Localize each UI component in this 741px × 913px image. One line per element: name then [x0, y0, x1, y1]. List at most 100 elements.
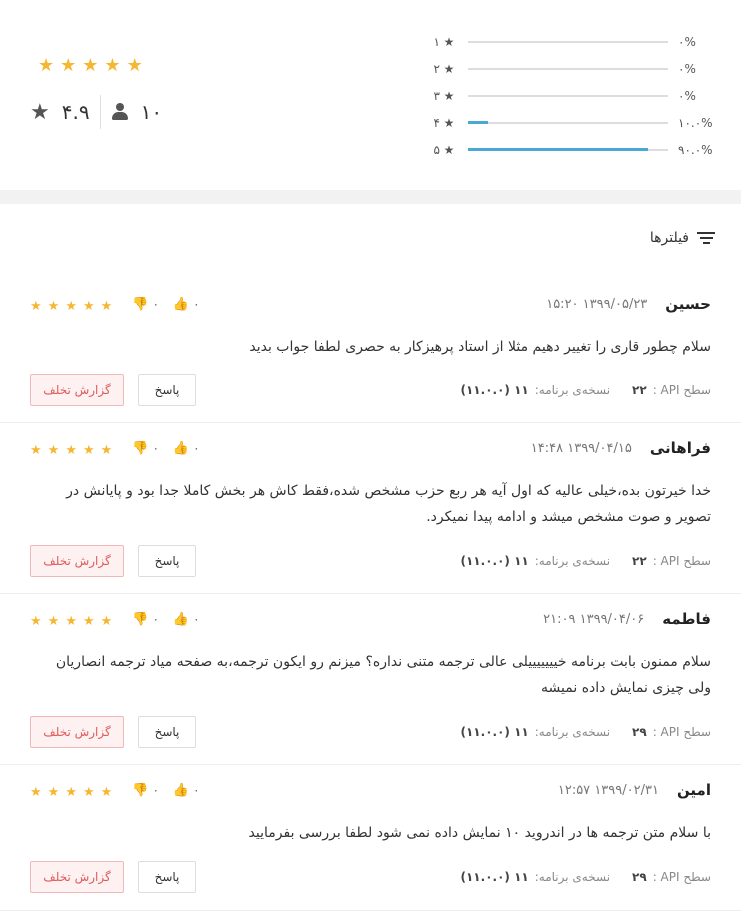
review-actions: ★ ★ ★ ★ ★ 👎 ۰ 👍 ۰ [30, 778, 200, 802]
rating-histogram: ۱ ★ ۰% ۲ ★ ۰% ۳ ★ ۰% ۴ ★ ۱۰.۰% ۵ ★ ۹۰.۰% [420, 28, 720, 163]
star-icon: ★ [65, 298, 77, 314]
star-icon: ★ [82, 784, 95, 800]
histogram-level: ۳ [433, 88, 440, 103]
review-actions: ★ ★ ★ ★ ★ 👎 ۰ 👍 ۰ [30, 607, 200, 631]
review-footer: سطح API : ۲۲ نسخه‌ی برنامه: ۱۱ (۱۱.۰.۰) گزار… [30, 374, 711, 406]
version-label: نسخه‌ی برنامه: [534, 554, 611, 568]
like-button[interactable]: 👍 ۰ [173, 783, 200, 798]
average-rating-value: ۴.۹ [61, 100, 90, 124]
dislike-count: ۰ [152, 297, 159, 311]
dislike-count: ۰ [152, 612, 159, 626]
star-icon: ★ [38, 55, 55, 76]
api-label: سطح API : [652, 383, 711, 397]
review-stars: ★ ★ ★ ★ ★ [30, 295, 118, 314]
thumb-down-icon: 👎 [132, 611, 149, 627]
thumb-up-icon: 👍 [172, 440, 190, 456]
histogram-percent: ۹۰.۰% [678, 142, 713, 157]
star-icon: ★ [47, 298, 60, 314]
report-button[interactable]: گزارش تخلف [30, 716, 124, 748]
dislike-button[interactable]: 👎 ۰ [132, 783, 159, 798]
review-meta: سطح API : ۲۲ نسخه‌ی برنامه: ۱۱ (۱۱.۰.۰) [461, 545, 712, 577]
star-icon: ★ [82, 442, 95, 458]
review-meta: سطح API : ۲۲ نسخه‌ی برنامه: ۱۱ (۱۱.۰.۰) [461, 374, 712, 406]
rating-stats: ★ ۴.۹ ۱۰ [30, 94, 162, 130]
histogram-percent: ۰% [678, 34, 696, 49]
api-label: سطح API : [652, 554, 711, 568]
like-button[interactable]: 👍 ۰ [173, 612, 200, 627]
histogram-track [468, 147, 668, 151]
review-date: ۱۳۹۹/۰۲/۳۱ ۱۲:۵۷ [557, 782, 659, 798]
like-button[interactable]: 👍 ۰ [173, 297, 200, 312]
star-icon: ★ [65, 784, 77, 800]
star-icon: ★ [65, 442, 77, 458]
filters-label: فیلترها [649, 230, 689, 246]
review-actions: ★ ★ ★ ★ ★ 👎 ۰ 👍 ۰ [30, 292, 200, 316]
star-icon: ★ [443, 61, 455, 76]
thumb-down-icon: 👎 [132, 296, 149, 312]
histogram-track [468, 120, 668, 124]
api-value: ۲۹ [632, 870, 647, 884]
star-icon: ★ [30, 298, 42, 314]
review-text: خدا خیرتون بده،خیلی عالیه که اول آیه هر … [66, 483, 711, 525]
report-button[interactable]: گزارش تخلف [30, 861, 124, 893]
review-footer: سطح API : ۲۲ نسخه‌ی برنامه: ۱۱ (۱۱.۰.۰) گزار… [30, 545, 711, 577]
review-meta: سطح API : ۲۹ نسخه‌ی برنامه: ۱۱ (۱۱.۰.۰) [461, 861, 712, 893]
reply-button[interactable]: پاسخ [138, 716, 196, 748]
histogram-percent: ۰% [678, 88, 696, 103]
reviewer-name: فاطمه [662, 610, 711, 628]
review-date: ۱۳۹۹/۰۵/۲۳ ۱۵:۲۰ [546, 296, 648, 312]
review-footer: سطح API : ۲۹ نسخه‌ی برنامه: ۱۱ (۱۱.۰.۰) گزار… [30, 716, 711, 748]
thumb-down-icon: 👎 [132, 440, 149, 456]
histogram-fill [468, 147, 648, 151]
star-icon: ★ [443, 88, 455, 103]
star-icon: ★ [47, 613, 60, 629]
review-footer: سطح API : ۲۹ نسخه‌ی برنامه: ۱۱ (۱۱.۰.۰) گزار… [30, 861, 711, 893]
review-text: سلام ممنون بابت برنامه خیییییییلی عالی ت… [55, 654, 711, 696]
star-icon: ★ [443, 34, 455, 49]
reply-button[interactable]: پاسخ [138, 374, 196, 406]
dislike-button[interactable]: 👎 ۰ [132, 612, 159, 627]
star-icon: ★ [30, 784, 42, 800]
reply-button[interactable]: پاسخ [138, 545, 196, 577]
report-button[interactable]: گزارش تخلف [30, 545, 124, 577]
review-stars: ★ ★ ★ ★ ★ [30, 439, 118, 458]
api-value: ۲۲ [632, 554, 647, 568]
api-label: سطح API : [652, 870, 711, 884]
star-icon: ★ [30, 99, 50, 125]
filters-button[interactable]: فیلترها [650, 230, 715, 246]
dislike-button[interactable]: 👎 ۰ [132, 441, 159, 456]
review-item: حسین ۱۳۹۹/۰۵/۲۳ ۱۵:۲۰ ★ ★ ★ ★ ★ 👎 ۰ 👍 ۰ سلام چطور ق… [0, 280, 741, 423]
dislike-count: ۰ [152, 441, 159, 455]
histogram-percent: ۱۰.۰% [678, 115, 713, 130]
thumb-up-icon: 👍 [172, 782, 190, 798]
review-text: سلام چطور قاری را تغییر دهیم مثلا از است… [249, 339, 711, 355]
histogram-track [468, 40, 668, 43]
histogram-percent: ۰% [678, 61, 696, 76]
star-icon: ★ [82, 298, 95, 314]
version-value: ۱۱ (۱۱.۰.۰) [460, 383, 529, 397]
star-icon: ★ [30, 613, 42, 629]
reply-button[interactable]: پاسخ [138, 861, 196, 893]
histogram-row: ۵ ★ ۹۰.۰% [420, 136, 720, 163]
raters-count: ۱۰ [111, 100, 162, 124]
star-icon: ★ [443, 142, 455, 157]
version-value: ۱۱ (۱۱.۰.۰) [460, 725, 529, 739]
section-separator [0, 190, 741, 204]
report-button[interactable]: گزارش تخلف [30, 374, 124, 406]
version-label: نسخه‌ی برنامه: [534, 725, 611, 739]
dislike-button[interactable]: 👎 ۰ [132, 297, 159, 312]
like-button[interactable]: 👍 ۰ [173, 441, 200, 456]
star-icon: ★ [100, 298, 113, 314]
histogram-track [468, 94, 668, 97]
star-icon: ★ [47, 784, 60, 800]
rating-stars: ★ ★ ★ ★ ★ [38, 56, 143, 76]
review-item: امین ۱۳۹۹/۰۲/۳۱ ۱۲:۵۷ ★ ★ ★ ★ ★ 👎 ۰ 👍 ۰ با سلام متن… [0, 766, 741, 911]
review-actions: ★ ★ ★ ★ ★ 👎 ۰ 👍 ۰ [30, 436, 200, 460]
person-icon [111, 103, 129, 121]
star-icon: ★ [100, 613, 113, 629]
star-icon: ★ [443, 115, 455, 130]
review-date: ۱۳۹۹/۰۴/۰۶ ۲۱:۰۹ [543, 611, 645, 627]
histogram-level: ۴ [433, 115, 440, 130]
like-count: ۰ [193, 297, 200, 311]
star-icon: ★ [100, 784, 113, 800]
